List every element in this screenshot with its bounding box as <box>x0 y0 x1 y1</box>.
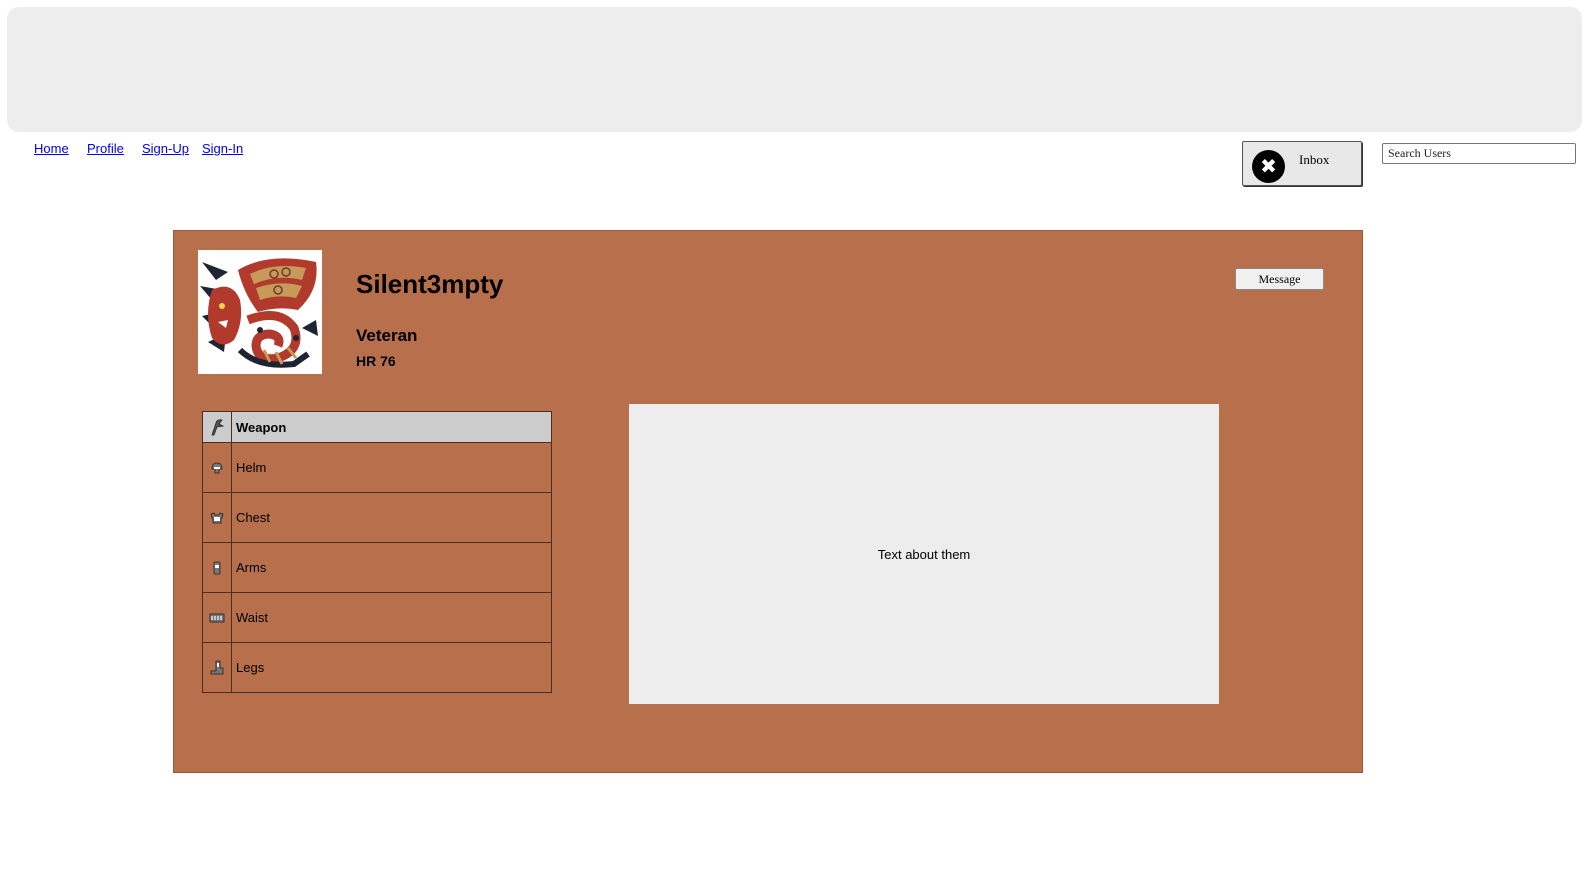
equipment-label: Waist <box>231 592 552 643</box>
nav-link-home[interactable]: Home <box>34 141 69 156</box>
equipment-table: Weapon Helm Chest Arms Waist Legs <box>202 411 552 693</box>
hunter-rank: HR 76 <box>356 353 396 369</box>
arms-icon <box>202 542 232 593</box>
helm-icon <box>202 442 232 493</box>
profile-card: Silent3mpty Veteran HR 76 Message Weapon… <box>173 230 1363 773</box>
legs-icon <box>202 642 232 693</box>
equipment-row-legs[interactable]: Legs <box>202 642 552 693</box>
equipment-row-weapon[interactable]: Weapon <box>202 411 552 443</box>
search-users-input[interactable] <box>1382 143 1576 164</box>
chest-icon <box>202 492 232 543</box>
about-panel: Text about them <box>629 404 1219 704</box>
equipment-label: Weapon <box>231 411 552 443</box>
nav-link-profile[interactable]: Profile <box>87 141 124 156</box>
equipment-row-chest[interactable]: Chest <box>202 492 552 543</box>
equipment-label: Arms <box>231 542 552 593</box>
profile-username: Silent3mpty <box>356 269 504 299</box>
monster-crest-icon <box>198 250 322 374</box>
equipment-label: Chest <box>231 492 552 543</box>
inbox-button[interactable]: ✖ Inbox <box>1242 141 1362 186</box>
about-text: Text about them <box>877 546 971 562</box>
nav-link-sign-up[interactable]: Sign-Up <box>142 141 189 156</box>
equipment-row-arms[interactable]: Arms <box>202 542 552 593</box>
waist-icon <box>202 592 232 643</box>
equipment-row-waist[interactable]: Waist <box>202 592 552 643</box>
equipment-label: Legs <box>231 642 552 693</box>
inbox-label: Inbox <box>1299 152 1330 167</box>
equipment-label: Helm <box>231 442 552 493</box>
weapon-icon <box>202 411 232 443</box>
site-banner <box>7 7 1582 132</box>
equipment-row-helm[interactable]: Helm <box>202 442 552 493</box>
close-icon: ✖ <box>1252 150 1285 183</box>
nav-link-sign-in[interactable]: Sign-In <box>202 141 243 156</box>
message-button[interactable]: Message <box>1235 268 1324 290</box>
profile-rank: Veteran <box>356 326 418 345</box>
